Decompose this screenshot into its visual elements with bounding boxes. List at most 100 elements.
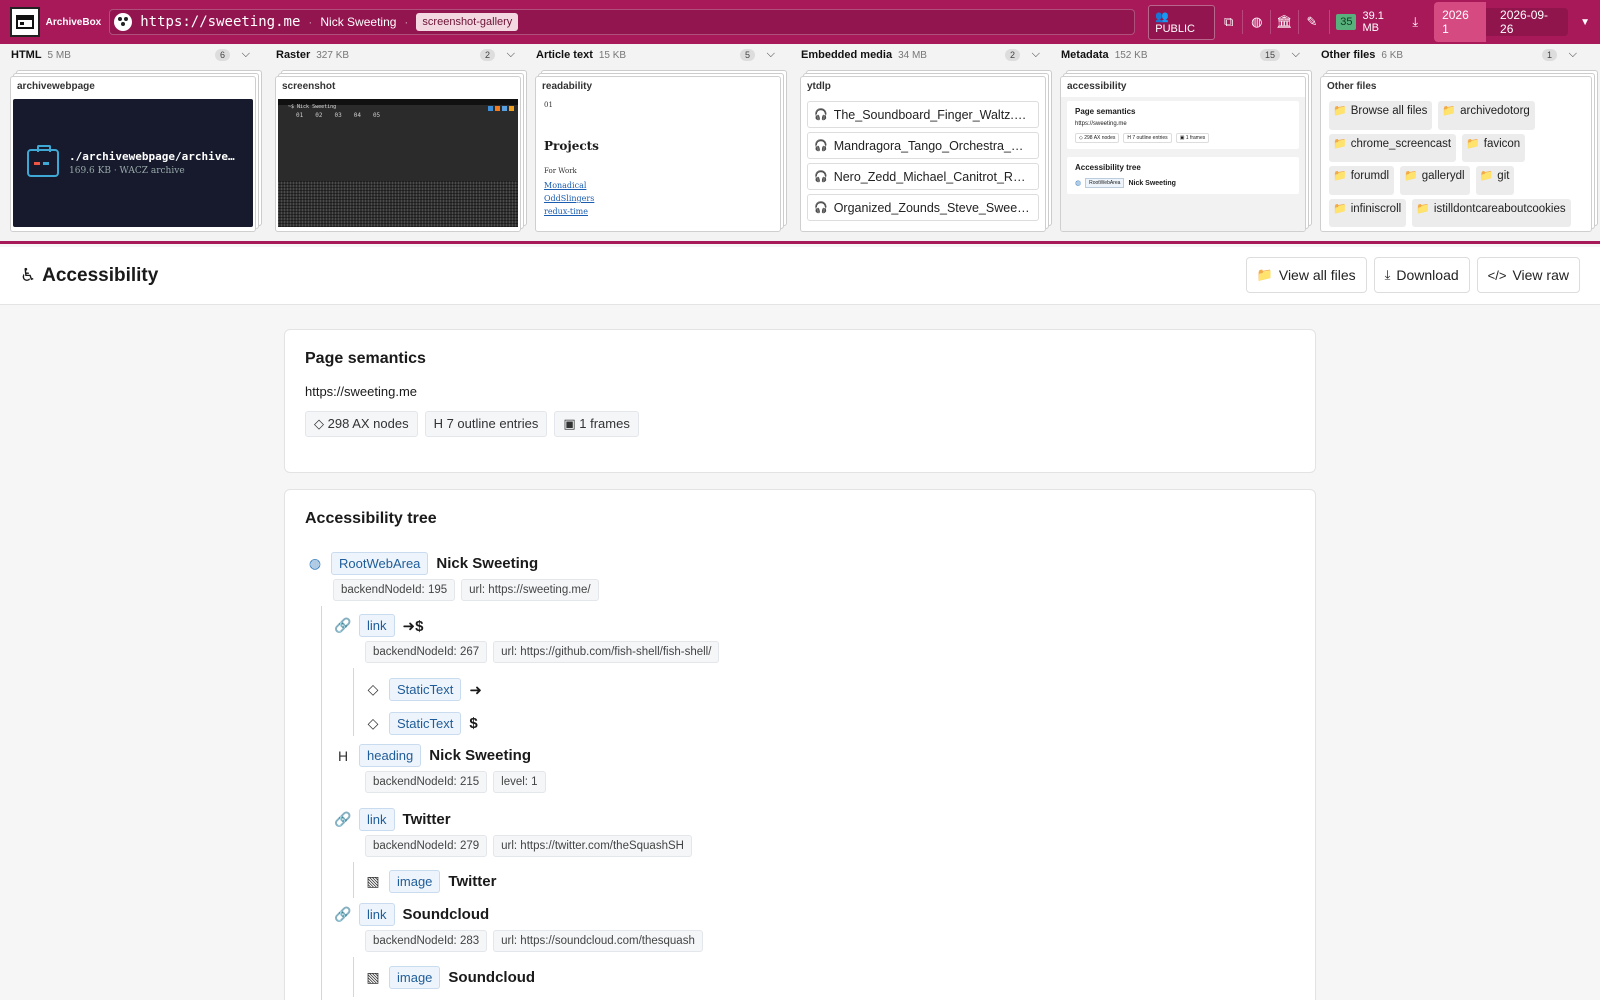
copy-icon[interactable]: ⧉ xyxy=(1215,10,1243,34)
mini-chip: ◇ 298 AX nodes xyxy=(1075,133,1120,143)
chevron-down-icon[interactable]: ⌵ xyxy=(1292,48,1300,61)
page-semantics-card: Page semantics https://sweeting.me ◇ 298… xyxy=(284,329,1316,473)
output-card-archivewebpage[interactable]: archivewebpage ./archivewebpage/archivew… xyxy=(10,76,256,232)
view-raw-button[interactable]: </> View raw xyxy=(1476,257,1580,293)
tree-node-statictext[interactable]: ◇ StaticText $ xyxy=(363,712,478,735)
column-header[interactable]: HTML 5 MB 6 ⌵ xyxy=(0,44,256,66)
folder-icon: 📁 xyxy=(1442,105,1457,117)
tag-badge[interactable]: screenshot-gallery xyxy=(416,13,519,31)
snapshot-url[interactable]: https://sweeting.me xyxy=(140,14,300,30)
folder-icon: 📁 xyxy=(1479,170,1494,182)
column-title: Other files xyxy=(1321,49,1376,61)
card-title: readability xyxy=(542,81,593,92)
column-title: Article text xyxy=(536,49,593,61)
site-favicon-icon xyxy=(114,13,133,31)
download-button[interactable]: ⤓ Download xyxy=(1373,257,1470,293)
wacz-preview[interactable]: ./archivewebpage/archivewebpage.wacz 169… xyxy=(13,99,253,227)
file-chip[interactable]: 📁 chrome_screencast xyxy=(1329,133,1457,162)
output-card-readability[interactable]: readability 01 Projects For Work Monadic… xyxy=(535,76,781,232)
column-count: 2 xyxy=(479,49,495,61)
output-card-ytdlp[interactable]: ytdlp 🎧 The_Soundboard_Finger_Waltz.mp3 🎧… xyxy=(800,76,1046,232)
node-name: Twitter xyxy=(402,811,451,828)
readability-link[interactable]: OddSlingers xyxy=(544,194,772,203)
mini-semantics-title: Page semantics xyxy=(1075,107,1136,116)
tree-node-link[interactable]: 🔗 link Soundcloud xyxy=(333,903,489,926)
snapshot-date-selector[interactable]: 2026 1 2026-09-26 xyxy=(1434,2,1569,42)
column-count: 5 xyxy=(739,49,755,61)
file-chip[interactable]: 📁 gallerydl xyxy=(1400,166,1470,195)
archive-org-icon[interactable]: 🏛 xyxy=(1270,10,1298,34)
chevron-down-icon[interactable]: ⌵ xyxy=(507,48,515,61)
tree-node-link[interactable]: 🔗 link Twitter xyxy=(333,808,451,831)
tree-node-image[interactable]: ▧ image Soundcloud xyxy=(363,966,535,989)
file-chip[interactable]: 📁 forumdl xyxy=(1329,166,1395,195)
output-card-other-files[interactable]: Other files 📁 Browse all files 📁 archivedo… xyxy=(1320,76,1592,232)
column-header[interactable]: Metadata 152 KB 15 ⌵ xyxy=(1050,44,1306,66)
card-title: archivewebpage xyxy=(17,81,95,92)
media-item[interactable]: 🎧 The_Soundboard_Finger_Waltz.mp3 xyxy=(807,101,1039,128)
screenshot-nav-item: 03 xyxy=(334,112,342,119)
edit-icon[interactable]: ✎ xyxy=(1297,10,1326,34)
node-prop: backendNodeId: 267 xyxy=(365,641,488,663)
tree-node-root[interactable]: ◍ RootWebArea Nick Sweeting xyxy=(305,552,538,575)
chevron-down-icon[interactable]: ⌵ xyxy=(1032,48,1040,61)
media-item[interactable]: 🎧 Mandragora_Tango_Orchestra_Nonsense.mp3 xyxy=(807,132,1039,159)
file-chip[interactable]: 📁 infiniscroll xyxy=(1329,198,1407,227)
code-icon: </> xyxy=(1487,267,1507,283)
media-item[interactable]: 🎧 Organized_Zounds_Steve_Sweeting.mp3 xyxy=(807,194,1039,221)
column-metadata: Metadata 152 KB 15 ⌵ accessibility Page … xyxy=(1050,44,1306,234)
readability-link[interactable]: Monadical xyxy=(544,181,772,190)
column-header[interactable]: Article text 15 KB 5 ⌵ xyxy=(525,44,781,66)
accessibility-preview[interactable]: Page semantics https://sweeting.me ◇ 298… xyxy=(1061,97,1305,231)
node-prop: backendNodeId: 279 xyxy=(365,835,488,857)
column-html: HTML 5 MB 6 ⌵ archivewebpage ./archivewe… xyxy=(0,44,256,234)
chevron-down-icon[interactable]: ⌵ xyxy=(242,48,250,61)
node-prop: url: https://sweeting.me/ xyxy=(461,579,599,601)
output-card-screenshot[interactable]: screenshot ~$ Nick Sweeting 01 02 03 04 … xyxy=(275,76,521,232)
output-card-accessibility[interactable]: accessibility Page semantics https://swe… xyxy=(1060,76,1306,232)
snapshot-date[interactable]: 2026-09-26 xyxy=(1486,2,1568,42)
file-chip[interactable]: 📁 favicon xyxy=(1462,133,1526,162)
screenshot-nav-item: 01 xyxy=(296,112,304,119)
readability-link[interactable]: redux-time xyxy=(544,207,772,216)
column-embedded-media: Embedded media 34 MB 2 ⌵ ytdlp 🎧 The_Soun… xyxy=(790,44,1046,234)
file-count-badge: 35 xyxy=(1336,14,1357,30)
tree-node-link[interactable]: 🔗 link ➜$ xyxy=(333,614,423,637)
view-all-files-button[interactable]: 📁 View all files xyxy=(1245,257,1367,293)
chevron-down-icon[interactable]: ▼ xyxy=(1580,17,1590,28)
folder-icon: 📁 xyxy=(1256,267,1273,282)
file-chip[interactable]: 📁 git xyxy=(1475,166,1515,195)
column-header[interactable]: Other files 6 KB 1 ⌵ xyxy=(1310,44,1595,66)
globe-icon[interactable]: ◍ xyxy=(1242,10,1270,34)
chevron-down-icon[interactable]: ⌵ xyxy=(767,48,775,61)
column-header[interactable]: Embedded media 34 MB 2 ⌵ xyxy=(790,44,1046,66)
separator: · xyxy=(404,15,409,29)
download-icon[interactable]: ⤓ xyxy=(1407,10,1425,34)
chevron-down-icon[interactable]: ⌵ xyxy=(1569,48,1577,61)
accessibility-icon: ♿ xyxy=(20,265,37,285)
readability-preview[interactable]: 01 Projects For Work Monadical OddSlinge… xyxy=(536,97,780,231)
media-item[interactable]: 🎧 Nero_Zedd_Michael_Canitrot_Remix.mp3 xyxy=(807,163,1039,190)
file-chip[interactable]: 📁 Browse all files xyxy=(1329,101,1433,130)
file-chip[interactable]: 📁 istilldontcareaboutcookies xyxy=(1412,198,1571,227)
node-props: backendNodeId: 267 url: https://github.c… xyxy=(365,641,720,663)
folder-icon: 📁 xyxy=(1333,105,1347,117)
screenshot-thumbnail[interactable]: ~$ Nick Sweeting 01 02 03 04 05 xyxy=(278,99,518,227)
archive-box-icon xyxy=(27,145,59,177)
column-header[interactable]: Raster 327 KB 2 ⌵ xyxy=(265,44,521,66)
visibility-badge[interactable]: 👥PUBLIC xyxy=(1148,4,1215,40)
tree-node-heading[interactable]: H heading Nick Sweeting xyxy=(333,744,531,767)
year-snapshot-count[interactable]: 2026 1 xyxy=(1434,2,1487,42)
file-chip[interactable]: 📁 archivedotorg xyxy=(1438,101,1535,130)
link-icon: 🔗 xyxy=(334,906,352,922)
column-size: 327 KB xyxy=(316,49,350,61)
link-icon: 🔗 xyxy=(334,811,352,827)
url-bar[interactable]: https://sweeting.me · Nick Sweeting · sc… xyxy=(109,9,1136,35)
tree-node-statictext[interactable]: ◇ StaticText ➜ xyxy=(363,678,482,701)
node-role: link xyxy=(359,903,395,926)
archivebox-logo-icon[interactable] xyxy=(10,7,40,37)
brand-name[interactable]: ArchiveBox xyxy=(46,17,102,28)
tree-node-image[interactable]: ▧ image Twitter xyxy=(363,870,496,893)
column-title: HTML xyxy=(11,49,42,61)
link-icon: 🔗 xyxy=(334,617,352,633)
